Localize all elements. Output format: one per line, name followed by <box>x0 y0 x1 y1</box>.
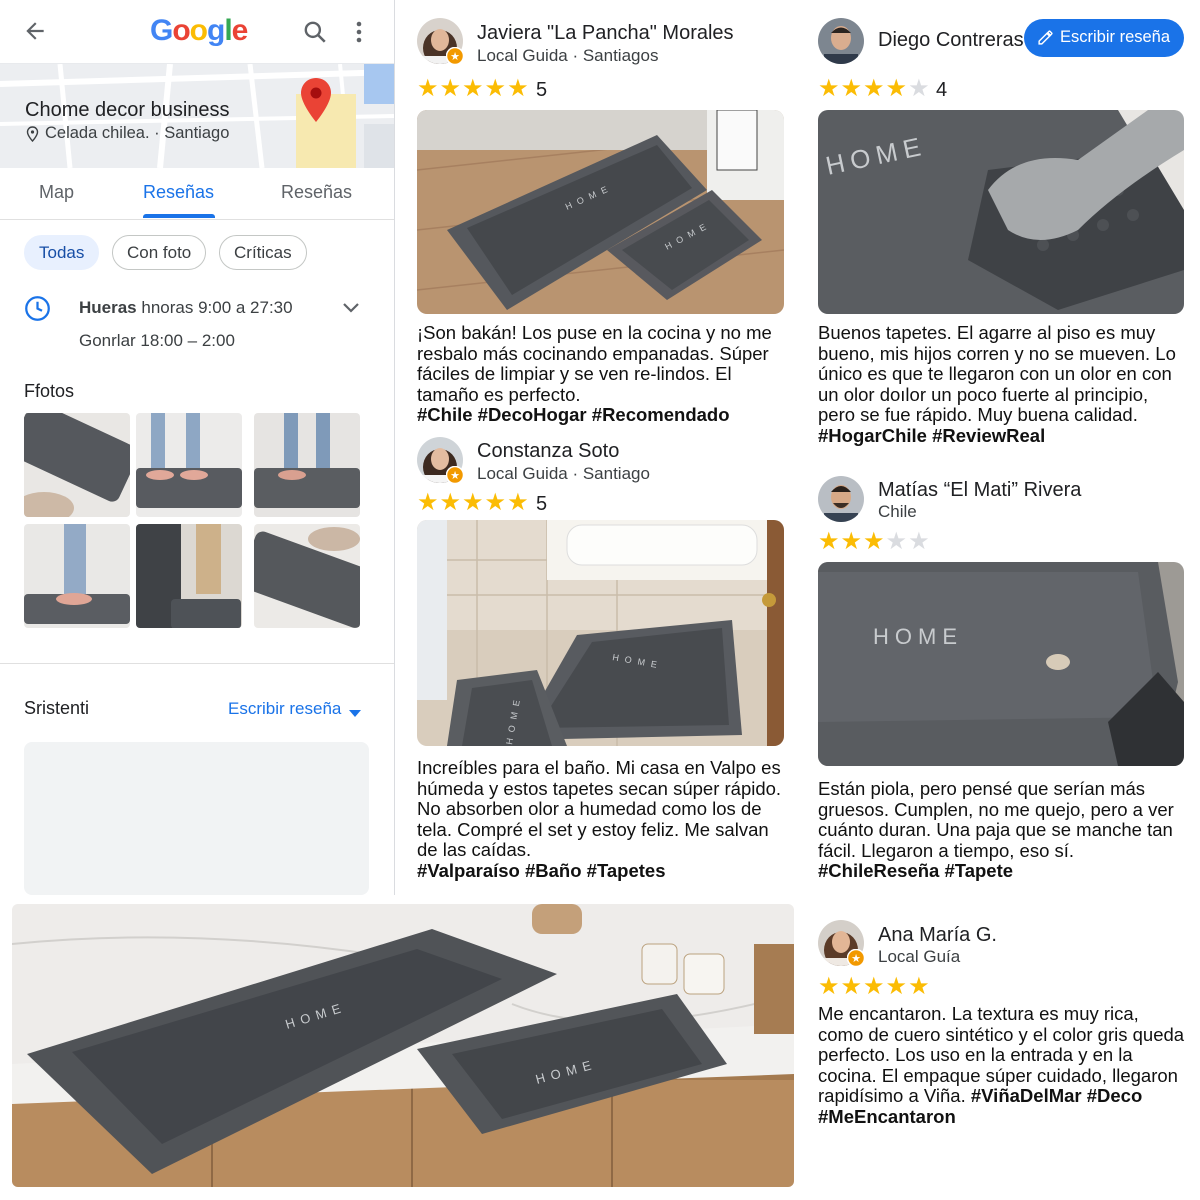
review-text: Me encantaron. La textura es muy rica, c… <box>818 1003 1188 1127</box>
dropdown-arrow-icon[interactable] <box>349 705 361 723</box>
hours-line-2: Gonrlar 18:00 – 2:00 <box>79 331 235 350</box>
write-review-label: Escribir reseña <box>1060 28 1171 46</box>
review-body: ¡Son bakán! Los puse en la cocina y no m… <box>417 322 772 405</box>
reviewer-name[interactable]: Constanza Soto <box>477 440 619 463</box>
tab-map[interactable]: Map <box>39 182 74 203</box>
review-photo[interactable]: HOME HOME <box>417 520 784 746</box>
filter-with-photo[interactable]: Con foto <box>112 235 207 270</box>
business-location: Celada chilea. · Santiago <box>45 124 230 142</box>
back-arrow-icon[interactable] <box>22 18 48 44</box>
placeholder-card <box>24 742 369 895</box>
google-logo: Google <box>150 14 248 47</box>
review-photo[interactable]: HOME <box>818 110 1184 314</box>
write-review-button[interactable]: Escribir reseña <box>1024 19 1184 57</box>
more-options-icon[interactable] <box>352 20 366 44</box>
avatar <box>818 476 864 522</box>
rating-value: 5 <box>536 79 548 101</box>
review-hashtags[interactable]: #Valparaíso #Baño #Tapetes <box>417 860 666 881</box>
review-text: Buenos tapetes. El agarre al piso es muy… <box>818 322 1188 446</box>
local-guide-badge-icon: ★ <box>445 46 465 70</box>
photo-thumb[interactable] <box>24 524 130 628</box>
tab-reviews-2[interactable]: Reseñas <box>281 182 352 203</box>
svg-text:★: ★ <box>450 51 460 63</box>
review-hashtags[interactable]: #Chile #DecoHogar #Recomendado <box>417 404 730 425</box>
star-rating: ★★★★★ <box>818 528 931 555</box>
review-text: ¡Son bakán! Los puse en la cocina y no m… <box>417 322 787 426</box>
local-guide-badge-icon: ★ <box>445 465 465 489</box>
star-rating: ★★★★★ <box>818 75 931 102</box>
hours-line-1: Hueras hnoras 9:00 a 27:30 <box>79 298 293 318</box>
photo-thumb[interactable] <box>136 524 242 628</box>
write-review-link[interactable]: Escribir reseña <box>228 699 341 719</box>
tab-reviews[interactable]: Reseñas <box>143 182 214 203</box>
search-icon[interactable] <box>302 19 328 45</box>
review-photo[interactable]: HOME <box>818 562 1184 766</box>
star-rating: ★★★★★ <box>417 75 530 102</box>
photo-thumb[interactable] <box>136 413 242 517</box>
photo-thumb[interactable] <box>24 413 130 517</box>
review-hashtags[interactable]: #ChileReseña #Tapete <box>818 860 1013 881</box>
map-preview[interactable]: Chome decor business Celada chilea. · Sa… <box>0 64 394 168</box>
review-hashtags[interactable]: #HogarChile #ReviewReal <box>818 425 1045 446</box>
pencil-icon <box>1037 29 1054 51</box>
photos-title: Ffotos <box>24 381 75 401</box>
reviewer-subtitle: Local Guía <box>878 947 961 966</box>
reviewer-name[interactable]: Javiera "La Pancha" Morales <box>477 22 734 45</box>
star-rating: ★★★★★ <box>417 489 530 516</box>
clock-icon <box>24 295 51 327</box>
svg-text:★: ★ <box>851 953 861 965</box>
reviewer-name[interactable]: Diego Contreras <box>878 29 1024 52</box>
top-bar: Google <box>0 0 394 64</box>
divider <box>0 663 394 664</box>
business-name: Chome decor business <box>25 99 230 121</box>
reviewer-subtitle: Local Guida · Santiagos <box>477 46 659 65</box>
product-hero-photo[interactable]: HOME HOME <box>12 904 794 1187</box>
hours-label: Hueras <box>79 298 137 317</box>
tab-bar: Map Reseñas Reseñas <box>0 168 394 220</box>
review-text: Increíbles para el baño. Mi casa en Valp… <box>417 757 789 881</box>
review-text: Están piola, pero pensé que serían más g… <box>818 778 1188 882</box>
reviewer-name[interactable]: Ana María G. <box>878 924 997 947</box>
reviews-section-label: Sristenti <box>24 698 90 718</box>
active-tab-indicator <box>143 214 215 218</box>
photo-thumb[interactable] <box>254 524 360 628</box>
avatar <box>818 18 864 64</box>
review-body: Increíbles para el baño. Mi casa en Valp… <box>417 757 782 860</box>
filter-all[interactable]: Todas <box>24 235 100 270</box>
rating-value: 4 <box>936 79 948 101</box>
svg-text:HOME: HOME <box>873 624 963 649</box>
review-photo[interactable]: HOME HOME <box>417 110 784 314</box>
map-pin-icon <box>300 78 332 127</box>
photo-thumb[interactable] <box>254 413 360 517</box>
svg-text:★: ★ <box>450 470 460 482</box>
review-body: Buenos tapetes. El agarre al piso es muy… <box>818 322 1176 425</box>
hours-value: hnoras 9:00 a 27:30 <box>136 298 293 317</box>
reviewer-subtitle: Chile <box>878 502 917 521</box>
rating-value: 5 <box>536 493 548 515</box>
filter-critical[interactable]: Críticas <box>219 235 307 270</box>
place-panel: Google Chome decor business Celada chile… <box>0 0 395 895</box>
reviewer-subtitle: Local Guida · Santiago <box>477 464 650 483</box>
local-guide-badge-icon: ★ <box>846 948 866 972</box>
chevron-down-icon[interactable] <box>342 300 360 319</box>
review-body: Están piola, pero pensé que serían más g… <box>818 778 1174 861</box>
star-rating: ★★★★★ <box>818 973 931 1000</box>
reviewer-name[interactable]: Matías “El Mati” Rivera <box>878 479 1081 502</box>
location-pin-icon <box>26 126 39 147</box>
